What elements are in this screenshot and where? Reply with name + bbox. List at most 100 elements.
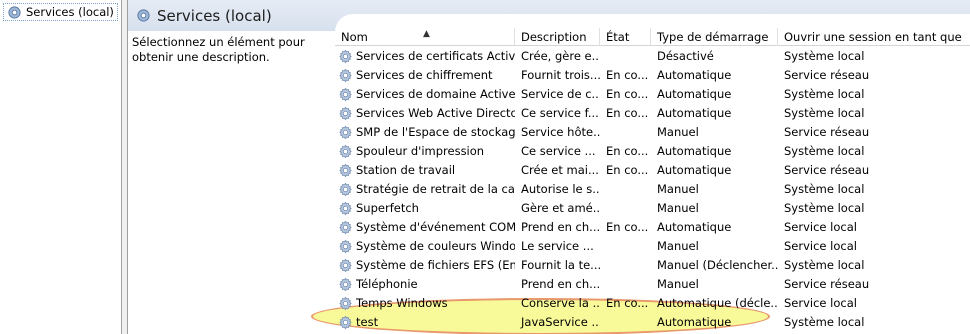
cell-name: Services de chiffrement <box>335 66 515 85</box>
cell-startup-type: Manuel <box>657 201 699 215</box>
cell-state <box>600 180 651 199</box>
cell-name: Stratégie de retrait de la cart... <box>335 180 515 199</box>
table-row[interactable]: Services de chiffrement Fournit trois... E… <box>335 66 970 85</box>
table-row[interactable]: Système d'événement COM+ Prend en ch... En… <box>335 218 970 237</box>
cell-logon: Système local <box>784 201 865 215</box>
column-header-name[interactable]: ▲ Nom <box>335 28 515 46</box>
cell-startup-type: Automatique <box>657 220 732 234</box>
cell-description: Ce service f... <box>521 106 599 120</box>
column-header-logon[interactable]: Ouvrir une session en tant que <box>778 28 970 46</box>
cell-state: En co... <box>606 144 649 158</box>
table-row[interactable]: Spouleur d'impression Ce service ... En co… <box>335 142 970 161</box>
cell-description: Conserve la ... <box>521 296 600 310</box>
cell-state: En co... <box>606 220 649 234</box>
cell-startup-type: Désactivé <box>657 49 714 63</box>
gear-icon <box>339 144 352 159</box>
table-row[interactable]: Station de travail Crée et mai... En co...… <box>335 161 970 180</box>
cell-startup-type: Manuel <box>657 125 699 139</box>
service-name: test <box>356 315 379 329</box>
cell-name: Système de couleurs Windo... <box>335 237 515 256</box>
service-name: Système d'événement COM+ <box>356 220 515 234</box>
table-row[interactable]: Services de certificats Activ... Crée, gè… <box>335 47 970 66</box>
cell-name: Temps Windows <box>335 294 515 313</box>
table-row[interactable]: Système de fichiers EFS (En... Fournit la… <box>335 256 970 275</box>
gear-icon <box>339 201 352 216</box>
cell-description: Autorise le s... <box>521 182 600 196</box>
cell-state: En co... <box>606 163 649 177</box>
table-row[interactable]: test JavaService ... Automatique Système lo… <box>335 313 970 332</box>
gear-icon <box>137 9 150 22</box>
cell-state: En co... <box>606 87 649 101</box>
cell-logon: Système local <box>784 144 865 158</box>
cell-name: Système de fichiers EFS (En... <box>335 256 515 275</box>
service-name: Téléphonie <box>356 277 418 291</box>
cell-startup-type: Manuel <box>657 182 699 196</box>
gear-icon <box>339 258 352 273</box>
gear-icon <box>339 277 352 292</box>
table-row[interactable]: Temps Windows Conserve la ... En co... Auto… <box>335 294 970 313</box>
cell-startup-type: Automatique <box>657 87 732 101</box>
service-name: Système de fichiers EFS (En... <box>356 258 515 272</box>
cell-state <box>600 313 651 332</box>
column-header-startup-type[interactable]: Type de démarrage <box>651 28 778 46</box>
cell-logon: Service réseau <box>784 68 870 82</box>
cell-logon: Service local <box>784 220 857 234</box>
cell-name: Services Web Active Directory <box>335 104 515 123</box>
cell-description: Service hôte... <box>521 125 600 139</box>
cell-startup-type: Automatique <box>657 144 732 158</box>
table-row[interactable]: Services de domaine Active ... Service de… <box>335 85 970 104</box>
cell-description: Le service ... <box>521 239 594 253</box>
gear-icon <box>339 182 352 197</box>
cell-state <box>600 275 651 294</box>
gear-icon <box>339 49 352 64</box>
cell-logon: Système local <box>784 106 865 120</box>
cell-name: Station de travail <box>335 161 515 180</box>
cell-name: Téléphonie <box>335 275 515 294</box>
gear-icon <box>339 296 352 311</box>
table-row[interactable]: SMP de l'Espace de stockag... Service hôt… <box>335 123 970 142</box>
cell-logon: Système local <box>784 182 865 196</box>
cell-startup-type: Automatique <box>657 68 732 82</box>
table-row[interactable]: Stratégie de retrait de la cart... Autori… <box>335 180 970 199</box>
cell-name: Spouleur d'impression <box>335 142 515 161</box>
cell-state <box>600 123 651 142</box>
cell-name: Services de domaine Active ... <box>335 85 515 104</box>
sort-arrow-icon: ▲ <box>423 29 430 39</box>
cell-startup-type: Automatique (décle... <box>657 296 778 310</box>
cell-description: Fournit trois... <box>521 68 600 82</box>
rows-container: Services de certificats Activ... Crée, gè… <box>335 47 970 332</box>
cell-description: Prend en ch... <box>521 220 600 234</box>
table-row[interactable]: Superfetch Gère et amé... Manuel Système lo… <box>335 199 970 218</box>
column-header-description[interactable]: Description <box>515 28 600 46</box>
service-name: Temps Windows <box>356 296 448 310</box>
cell-description: Gère et amé... <box>521 201 600 215</box>
table-row[interactable]: Services Web Active Directory Ce service … <box>335 104 970 123</box>
cell-logon: Service local <box>784 296 857 310</box>
cell-name: Superfetch <box>335 199 515 218</box>
services-pane: Services (local) Sélectionnez un élément… <box>128 0 970 334</box>
cell-state <box>600 237 651 256</box>
gear-icon <box>339 87 352 102</box>
cell-description: Crée, gère e... <box>521 49 600 63</box>
service-name: Services de certificats Activ... <box>356 49 515 63</box>
table-row[interactable]: Système de couleurs Windo... Le service .… <box>335 237 970 256</box>
gear-icon <box>339 220 352 235</box>
cell-startup-type: Manuel <box>657 277 699 291</box>
gear-icon <box>339 125 352 140</box>
cell-description: Ce service ... <box>521 144 596 158</box>
cell-state <box>600 199 651 218</box>
tree-item-services-local[interactable]: Services (local) <box>3 3 118 21</box>
gear-icon <box>339 315 352 330</box>
service-name: Spouleur d'impression <box>356 144 485 158</box>
cell-logon: Système local <box>784 315 865 329</box>
cell-logon: Service local <box>784 239 857 253</box>
list-header: ▲ Nom Description État Type de démarrage… <box>335 28 970 46</box>
cell-logon: Service réseau <box>784 277 870 291</box>
cell-description: JavaService ... <box>521 315 600 329</box>
column-header-state[interactable]: État <box>600 28 651 46</box>
cell-logon: Système local <box>784 49 865 63</box>
table-row[interactable]: Téléphonie Prend en ch... Manuel Service ré… <box>335 275 970 294</box>
cell-startup-type: Automatique <box>657 315 732 329</box>
cell-logon: Service réseau <box>784 163 870 177</box>
cell-state: En co... <box>606 106 649 120</box>
